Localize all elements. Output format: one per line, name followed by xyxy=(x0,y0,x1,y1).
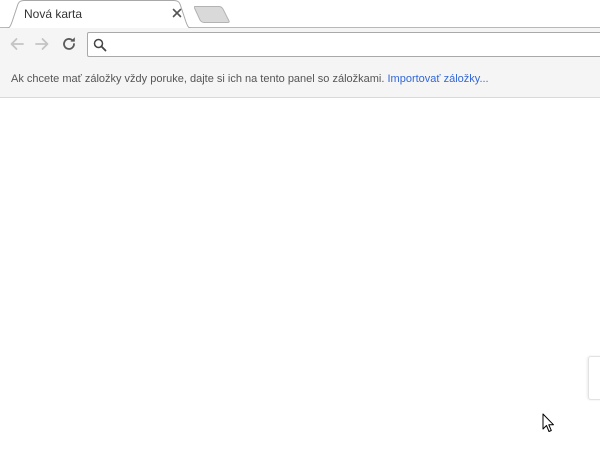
side-panel-handle[interactable] xyxy=(588,356,600,400)
omnibox[interactable] xyxy=(87,32,600,57)
tab-strip: Nová karta xyxy=(0,0,600,29)
page-content xyxy=(0,98,600,450)
forward-icon[interactable] xyxy=(32,34,52,54)
search-icon xyxy=(93,38,107,52)
import-bookmarks-link[interactable]: Importovať záložky... xyxy=(387,73,488,85)
bookmarks-bar-content: Ak chcete mať záložky vždy poruke, dajte… xyxy=(11,73,489,85)
browser-window: Nová karta Ak chcete mať záložky vždy po… xyxy=(0,0,600,450)
mouse-cursor-icon xyxy=(542,413,554,432)
new-tab-button[interactable] xyxy=(194,6,230,23)
bookmarks-bar: Ak chcete mať záložky vždy poruke, dajte… xyxy=(0,61,600,98)
bookmarks-bar-message: Ak chcete mať záložky vždy poruke, dajte… xyxy=(11,73,385,85)
close-icon[interactable] xyxy=(170,6,184,20)
tab-title: Nová karta xyxy=(24,7,83,21)
toolbar xyxy=(0,28,600,61)
omnibox-input[interactable] xyxy=(112,35,592,53)
back-icon[interactable] xyxy=(7,34,27,54)
tab-new-tab[interactable]: Nová karta xyxy=(4,0,195,29)
reload-icon[interactable] xyxy=(59,34,79,54)
